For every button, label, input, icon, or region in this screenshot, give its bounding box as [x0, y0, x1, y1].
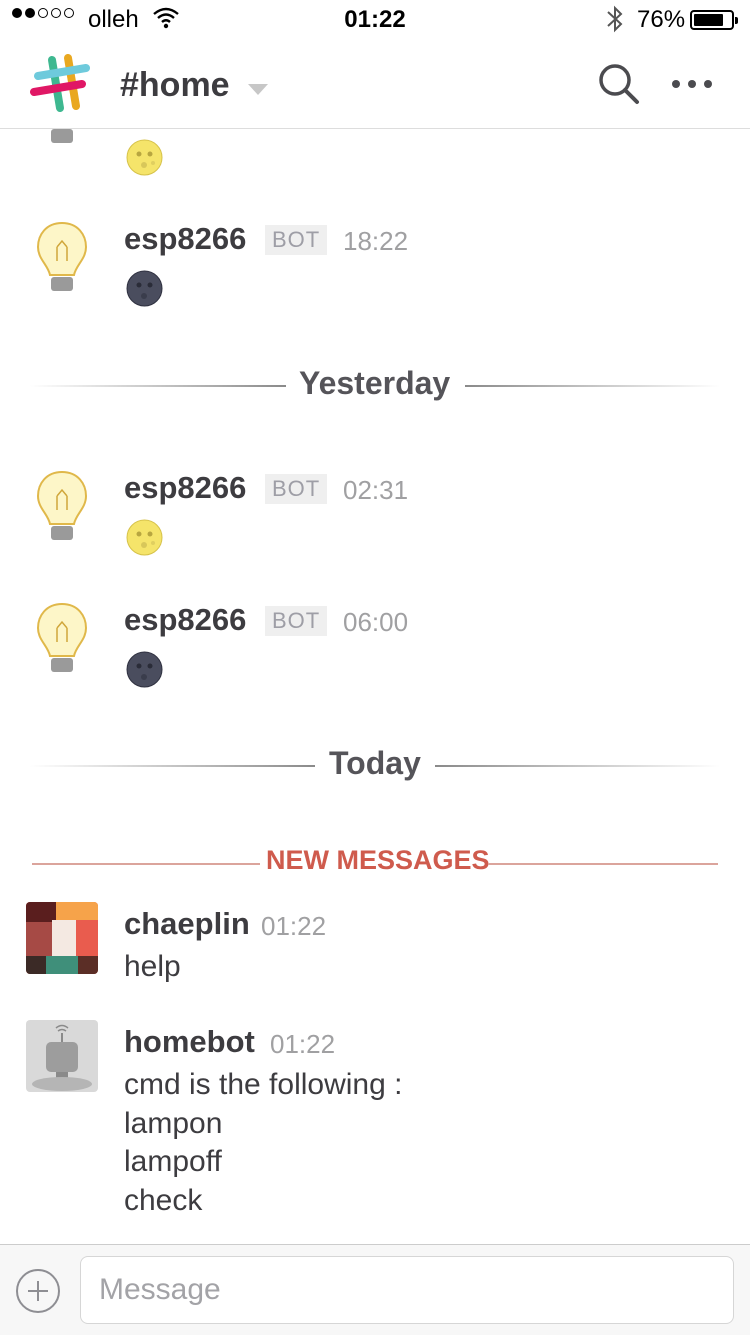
add-icon[interactable] [16, 1269, 60, 1313]
search-icon[interactable] [595, 60, 643, 108]
message-item: esp8266 BOT 18:22 [0, 217, 750, 327]
message-timestamp: 18:22 [343, 226, 409, 256]
new-moon-face-icon [126, 270, 163, 307]
status-bar: olleh 01:22 76% [0, 0, 750, 40]
channel-header: #home [0, 40, 750, 129]
message-line: check [124, 1183, 203, 1217]
sender-name[interactable]: chaeplin [124, 906, 250, 942]
message-timestamp: 01:22 [270, 1029, 336, 1059]
date-divider-yesterday: Yesterday [30, 365, 720, 405]
lightbulb-icon [26, 598, 98, 672]
bluetooth-icon [604, 4, 626, 41]
message-line: lampon [124, 1106, 223, 1140]
message-line: lampoff [124, 1145, 222, 1178]
message-timestamp: 06:00 [343, 607, 409, 637]
battery-percent: 76% [637, 6, 686, 33]
sender-name[interactable]: esp8266 [124, 470, 246, 506]
lightbulb-icon [26, 217, 98, 291]
new-messages-divider: NEW MESSAGES [32, 845, 718, 881]
message-text: help [124, 950, 181, 983]
message-line: cmd is the following : [124, 1068, 403, 1101]
message-timestamp: 01:22 [261, 911, 327, 941]
sender-name[interactable]: esp8266 [124, 602, 246, 638]
date-divider-label: Today [329, 745, 421, 781]
more-icon[interactable] [672, 74, 716, 94]
robot-avatar[interactable] [26, 1020, 98, 1092]
lightbulb-icon [26, 466, 98, 540]
message-item [0, 129, 750, 179]
bot-badge: BOT [265, 225, 328, 255]
sender-name[interactable]: homebot [124, 1024, 255, 1060]
lightbulb-icon [26, 129, 98, 143]
message-input[interactable] [80, 1256, 734, 1324]
message-item: chaeplin 01:22 help [0, 902, 750, 1002]
message-item: esp8266 BOT 06:00 [0, 598, 750, 708]
sender-name[interactable]: esp8266 [124, 221, 246, 257]
message-item: homebot 01:22 cmd is the following : lam… [0, 1020, 750, 1220]
slack-logo[interactable] [30, 54, 90, 114]
message-feed[interactable]: esp8266 BOT 18:22 Yesterday esp8266 BOT … [0, 129, 750, 1244]
user-avatar[interactable] [26, 902, 98, 974]
full-moon-face-icon [126, 139, 163, 176]
bot-badge: BOT [265, 474, 328, 504]
channel-title[interactable]: #home [120, 66, 230, 105]
message-timestamp: 02:31 [343, 475, 409, 505]
full-moon-face-icon [126, 519, 163, 556]
message-item: esp8266 BOT 02:31 [0, 466, 750, 576]
battery-icon [690, 10, 738, 30]
new-moon-face-icon [126, 651, 163, 688]
new-messages-label: NEW MESSAGES [266, 845, 490, 875]
date-divider-label: Yesterday [299, 365, 451, 401]
bot-badge: BOT [265, 606, 328, 636]
chevron-down-icon[interactable] [248, 84, 268, 95]
date-divider-today: Today [30, 745, 720, 785]
message-text: cmd is the following : lampon lampoff ch… [124, 1066, 402, 1220]
message-composer [0, 1244, 750, 1335]
